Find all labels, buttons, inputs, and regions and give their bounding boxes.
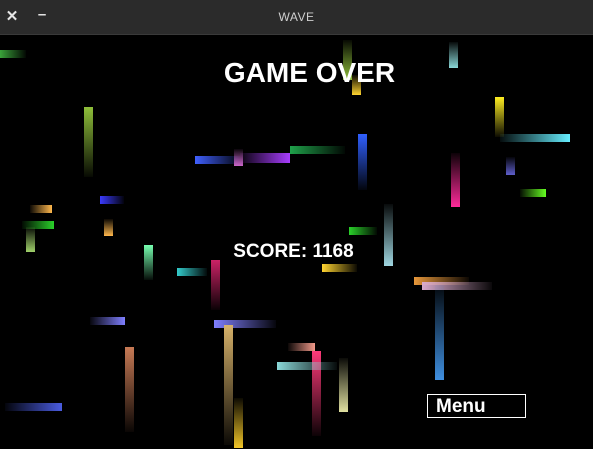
trail-segment [451,153,460,207]
trail-segment [234,149,243,166]
trail-segment [125,347,134,432]
trail-segment [495,97,504,137]
trail-segment [177,268,207,276]
trail-segment [422,282,492,290]
trail-segment [104,219,113,236]
trail-segment [435,285,444,380]
trail-segment [195,156,240,164]
trail-segment [277,362,337,370]
trail-segment [288,343,315,351]
trail-segment [500,134,570,142]
trail-segment [322,264,357,272]
trail-segment [5,403,62,411]
trail-segment [214,320,276,328]
trail-segment [339,358,348,412]
trail-segment [358,134,367,190]
window-title: WAVE [278,10,315,24]
game-over-text: GAME OVER [223,57,396,88]
score-label: SCORE: [233,241,308,262]
trail-segment [90,317,125,325]
trail-segment [506,157,515,175]
trail-segment [234,398,243,448]
trail-segment [240,153,290,163]
trail-segment [100,196,124,204]
title-bar: ✕ – WAVE [0,0,593,35]
trail-segment [520,189,546,197]
trail-segment [211,260,220,310]
trail-segment [290,146,345,154]
menu-button[interactable]: Menu [427,394,526,418]
trail-segment [349,227,377,235]
score-value: 1168 [312,241,354,262]
trail-segment [84,107,93,177]
trail-segment [30,205,52,213]
game-canvas: GAME OVER SCORE: 1168 Menu [0,35,593,449]
score-display: SCORE: 1168 [0,241,593,263]
trail-segment [224,325,233,445]
